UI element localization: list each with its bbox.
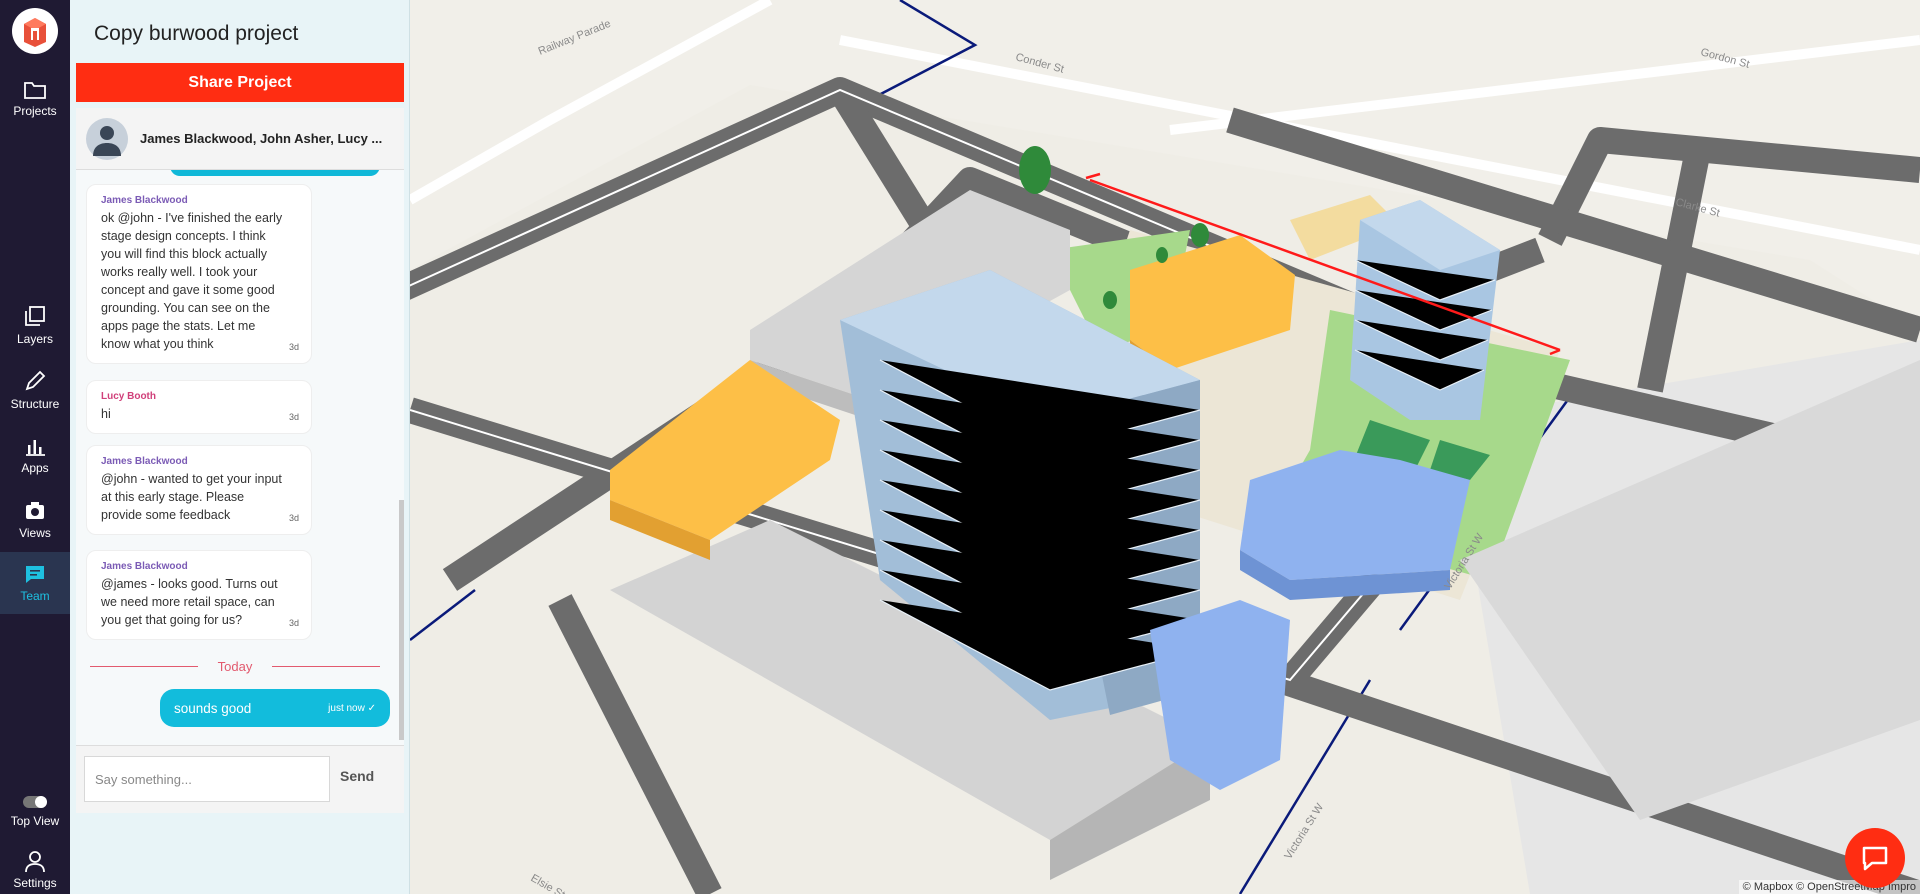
message-body: @john - wanted to get your input at this… (101, 472, 282, 522)
message-item: James Blackwood @james - looks good. Tur… (86, 550, 312, 640)
user-icon (23, 850, 47, 872)
nav-label: Layers (16, 332, 54, 346)
group-icon (93, 125, 121, 156)
nav-label: Settings (13, 876, 57, 890)
camera-icon (23, 500, 47, 522)
message-body: @james - looks good. Turns out we need m… (101, 577, 278, 627)
message-author: James Blackwood (101, 195, 188, 206)
chat-members-names: James Blackwood, John Asher, Lucy ... (140, 131, 383, 146)
nav-structure[interactable]: Structure (0, 359, 70, 421)
divider-line (272, 665, 381, 667)
top-view-toggle[interactable]: Top View (0, 780, 70, 842)
nav-views[interactable]: Views (0, 489, 70, 551)
nav-apps[interactable]: Apps (0, 424, 70, 486)
message-author: James Blackwood (101, 456, 188, 467)
team-chat-panel: Copy burwood project Share Project James… (70, 0, 410, 894)
message-body: hi (101, 407, 111, 421)
divider-label: Today (217, 658, 253, 674)
map-viewport[interactable]: Railway Parade Conder St Gordon St Clark… (410, 0, 1920, 894)
nav-label: Apps (21, 461, 49, 475)
chat-icon (23, 563, 47, 585)
group-avatar (86, 117, 128, 160)
message-time: 3d (288, 513, 299, 523)
previous-message-bubble (170, 170, 380, 176)
nav-settings[interactable]: Settings (0, 846, 70, 894)
message-author: James Blackwood (101, 561, 188, 572)
nav-label: Structure (10, 397, 60, 411)
message-body: ok @john - I've finished the early stage… (101, 211, 283, 351)
nav-layers[interactable]: Layers (0, 294, 70, 356)
nav-label: Top View (10, 814, 60, 828)
message-item: James Blackwood ok @john - I've finished… (86, 184, 312, 364)
speech-bubble-icon (1862, 846, 1888, 871)
app-root: Projects Layers Structure Apps Views Tea… (0, 0, 1920, 894)
message-time: 3d (288, 342, 299, 352)
divider-line (90, 665, 198, 667)
layers-icon (23, 304, 47, 328)
left-nav: Projects Layers Structure Apps Views Tea… (0, 0, 70, 894)
nav-label: Projects (13, 104, 57, 118)
message-time: 3d (288, 412, 299, 422)
date-divider: Today (90, 658, 381, 674)
street-label: Railway Parade (537, 18, 613, 58)
message-item: Lucy Booth hi 3d (86, 380, 312, 434)
pencil-icon (23, 369, 47, 393)
folder-icon (23, 80, 47, 100)
nav-label: Views (19, 526, 51, 540)
message-scrollbar[interactable] (399, 500, 404, 740)
message-time: 3d (288, 618, 299, 628)
message-author: Lucy Booth (101, 391, 156, 402)
support-chat-button[interactable] (1845, 828, 1905, 888)
bar-chart-icon (23, 435, 47, 457)
chat-members-header[interactable]: James Blackwood, John Asher, Lucy ... (76, 108, 404, 170)
map-3d-scene[interactable]: Railway Parade Conder St Gordon St Clark… (410, 0, 1920, 894)
send-button[interactable]: Send (340, 768, 374, 784)
project-title: Copy burwood project (94, 22, 299, 45)
message-list[interactable]: James Blackwood ok @john - I've finished… (76, 170, 404, 745)
my-message: sounds good just now ✓ (160, 689, 390, 727)
my-message-time: just now ✓ (328, 702, 376, 714)
message-item: James Blackwood @john - wanted to get yo… (86, 445, 312, 535)
brand-logo-icon (24, 18, 46, 47)
nav-label: Team (20, 589, 50, 603)
nav-projects[interactable]: Projects (0, 68, 70, 130)
nav-team[interactable]: Team (0, 552, 70, 614)
message-input[interactable] (84, 756, 330, 802)
my-message-body: sounds good (174, 700, 252, 716)
toggle-icon (22, 794, 48, 810)
share-project-button[interactable]: Share Project (76, 63, 404, 102)
message-composer: Send (76, 745, 404, 813)
brand-logo[interactable] (12, 8, 58, 54)
